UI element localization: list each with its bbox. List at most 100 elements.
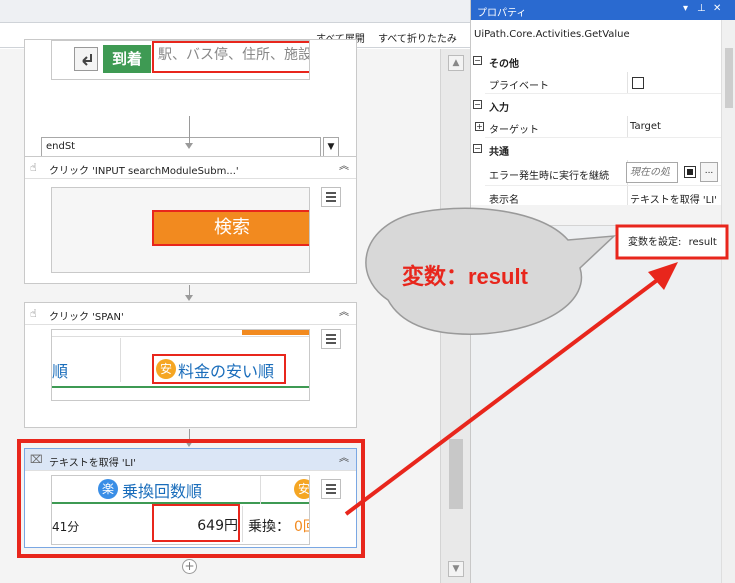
collapse-icon[interactable]: ︽ bbox=[337, 452, 351, 466]
divider bbox=[120, 338, 121, 382]
properties-output-area bbox=[471, 225, 721, 583]
property-private: プライベート bbox=[471, 72, 721, 94]
duration-text: 41分 bbox=[52, 520, 80, 534]
tab-underline bbox=[52, 386, 309, 388]
click-icon: ☝ bbox=[30, 161, 37, 174]
output-property-value: result bbox=[688, 237, 717, 248]
collapse-icon[interactable]: − bbox=[473, 144, 482, 153]
transfer-sort-label: 乗換回数順 bbox=[122, 482, 203, 501]
scroll-down-icon[interactable]: ▼ bbox=[448, 561, 464, 577]
chevron-down-icon[interactable]: ▼ bbox=[323, 137, 339, 157]
properties-separator bbox=[471, 205, 721, 225]
price-text: 649円 bbox=[197, 518, 238, 534]
connector-arrow bbox=[185, 295, 193, 301]
properties-title: プロパティ bbox=[477, 8, 527, 19]
activity-preview: 楽 乗換回数順 安 41分 649円 乗換： 0回 bbox=[51, 475, 310, 545]
get-text-icon: ⌧ bbox=[30, 453, 43, 466]
collapse-icon[interactable]: − bbox=[473, 56, 482, 65]
activity-preview: 到着 駅、バス停、住所、施設 bbox=[51, 40, 310, 80]
activity-type-into-arrival[interactable]: 到着 駅、バス停、住所、施設 endSt ▼ bbox=[24, 39, 357, 173]
sort-left-text: 順 bbox=[52, 362, 69, 381]
cheap-badge-icon: 安 bbox=[294, 479, 309, 499]
easy-badge-icon: 楽 bbox=[98, 479, 118, 499]
tab-accent bbox=[242, 330, 309, 335]
cheap-badge-icon: 安 bbox=[156, 359, 176, 379]
activity-menu-button[interactable] bbox=[321, 479, 341, 499]
workflow-designer: すべて展開 すべて折りたたみ 到着 駅、バス停、住所、施設 endSt ▼ ☝ … bbox=[0, 0, 470, 583]
return-icon bbox=[74, 47, 98, 71]
activity-title: クリック 'INPUT searchModuleSubm...' bbox=[49, 166, 239, 177]
private-checkbox[interactable] bbox=[632, 77, 644, 89]
category-label: 入力 bbox=[489, 103, 509, 114]
property-grid: − その他 プライベート − 入力 + ターゲット Target − 共通 エラ… bbox=[471, 50, 721, 208]
transfer-label: 乗換： bbox=[248, 519, 290, 535]
category-input[interactable]: − 入力 bbox=[471, 94, 721, 116]
category-misc[interactable]: − その他 bbox=[471, 50, 721, 72]
ellipsis-button[interactable]: ... bbox=[700, 162, 718, 182]
display-name-value: テキストを取得 'LI' bbox=[630, 195, 717, 206]
collapse-icon[interactable]: ︽ bbox=[337, 160, 351, 174]
activity-header: ⌧ テキストを取得 'LI' ︽ bbox=[25, 449, 356, 471]
designer-scrollbar[interactable]: ▲ ▼ bbox=[440, 49, 470, 583]
dropdown-icon[interactable]: ▾ bbox=[683, 3, 688, 14]
collapse-all-link[interactable]: すべて折りたたみ bbox=[378, 30, 457, 45]
expand-icon[interactable]: + bbox=[475, 122, 484, 131]
arrival-input-preview: 駅、バス停、住所、施設 bbox=[152, 41, 309, 73]
designer-top-strip bbox=[0, 0, 470, 22]
activity-preview: 順 安 料金の安い順 bbox=[51, 329, 310, 401]
scroll-up-icon[interactable]: ▲ bbox=[448, 55, 464, 71]
property-name: エラー発生時に実行を継続 bbox=[489, 171, 609, 182]
add-activity-icon[interactable]: + bbox=[182, 559, 197, 574]
price-preview: 649円 bbox=[152, 504, 240, 542]
close-icon[interactable]: ✕ bbox=[713, 3, 721, 14]
property-value: ... bbox=[626, 160, 721, 186]
dropdown-value: endSt bbox=[46, 141, 76, 152]
designer-canvas: 到着 駅、バス停、住所、施設 endSt ▼ ☝ クリック 'INPUT sea… bbox=[0, 39, 440, 583]
activity-title: クリック 'SPAN' bbox=[49, 312, 124, 323]
activity-menu-button[interactable] bbox=[321, 187, 341, 207]
activity-get-text-li[interactable]: ⌧ テキストを取得 'LI' ︽ 楽 乗換回数順 安 41分 649円 乗換： … bbox=[24, 448, 357, 548]
divider bbox=[242, 506, 243, 542]
activity-click-search[interactable]: ☝ クリック 'INPUT searchModuleSubm...' ︽ 検索 bbox=[24, 156, 357, 284]
flag-checkbox[interactable] bbox=[684, 166, 696, 178]
endst-dropdown[interactable]: endSt bbox=[41, 137, 321, 157]
activity-preview: 検索 bbox=[51, 187, 310, 273]
preview-tabs: 楽 乗換回数順 安 bbox=[52, 476, 309, 504]
property-continue-on-error: エラー発生時に実行を継続 ... bbox=[471, 160, 721, 186]
divider bbox=[52, 336, 309, 337]
activity-header: ☝ クリック 'SPAN' ︽ bbox=[25, 303, 356, 325]
category-label: 共通 bbox=[489, 147, 509, 158]
connector-arrow bbox=[185, 441, 193, 447]
divider bbox=[260, 476, 261, 504]
property-value bbox=[627, 72, 721, 94]
collapse-icon[interactable]: ︽ bbox=[337, 306, 351, 320]
activity-click-span[interactable]: ☝ クリック 'SPAN' ︽ 順 安 料金の安い順 bbox=[24, 302, 357, 428]
category-common[interactable]: − 共通 bbox=[471, 138, 721, 160]
click-icon: ☝ bbox=[30, 307, 37, 320]
scroll-thumb[interactable] bbox=[725, 48, 733, 108]
property-value[interactable]: Target bbox=[627, 116, 721, 138]
connector-arrow bbox=[185, 143, 193, 149]
target-value: Target bbox=[630, 121, 661, 132]
activity-title: テキストを取得 'LI' bbox=[49, 458, 136, 469]
cheapest-sort-preview: 安 料金の安い順 bbox=[152, 354, 286, 384]
output-property-row[interactable]: 変数を設定: result bbox=[628, 233, 717, 248]
collapse-icon[interactable]: − bbox=[473, 100, 482, 109]
activity-menu-button[interactable] bbox=[321, 329, 341, 349]
search-button-preview: 検索 bbox=[152, 210, 309, 246]
activity-type-label: UiPath.Core.Activities.GetValue bbox=[474, 29, 630, 40]
pin-icon[interactable]: ⊥ bbox=[697, 3, 706, 14]
arrival-button: 到着 bbox=[103, 45, 151, 73]
scroll-thumb[interactable] bbox=[449, 439, 463, 509]
connector-line bbox=[189, 116, 190, 144]
cheapest-sort-label: 料金の安い順 bbox=[178, 362, 275, 381]
activity-header: ☝ クリック 'INPUT searchModuleSubm...' ︽ bbox=[25, 157, 356, 179]
property-name: 表示名 bbox=[489, 195, 519, 206]
property-name: プライベート bbox=[489, 81, 549, 92]
properties-scrollbar[interactable] bbox=[721, 20, 735, 583]
properties-title-bar: プロパティ ▾ ⊥ ✕ bbox=[471, 0, 735, 20]
transfer-value: 0回 bbox=[294, 519, 309, 535]
property-target: + ターゲット Target bbox=[471, 116, 721, 138]
category-label: その他 bbox=[489, 59, 519, 70]
continue-on-error-input[interactable] bbox=[626, 162, 678, 183]
